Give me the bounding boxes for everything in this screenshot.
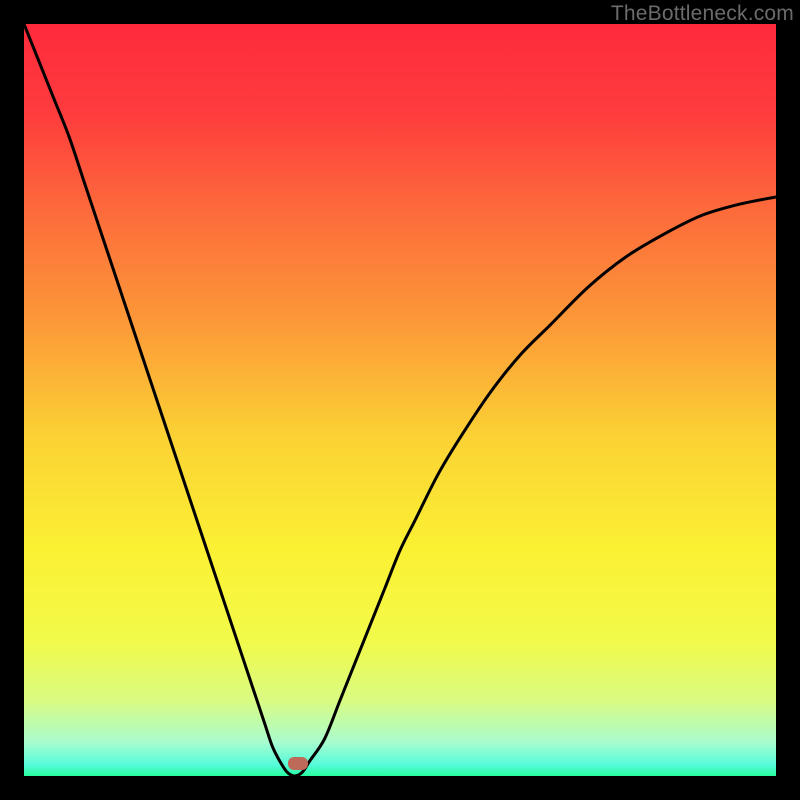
- optimal-point-marker: [288, 757, 308, 770]
- gradient-plot-svg: [24, 24, 776, 776]
- watermark-text: TheBottleneck.com: [611, 2, 794, 26]
- plot-area: [24, 24, 776, 776]
- chart-frame: [24, 24, 776, 776]
- gradient-background: [24, 24, 776, 776]
